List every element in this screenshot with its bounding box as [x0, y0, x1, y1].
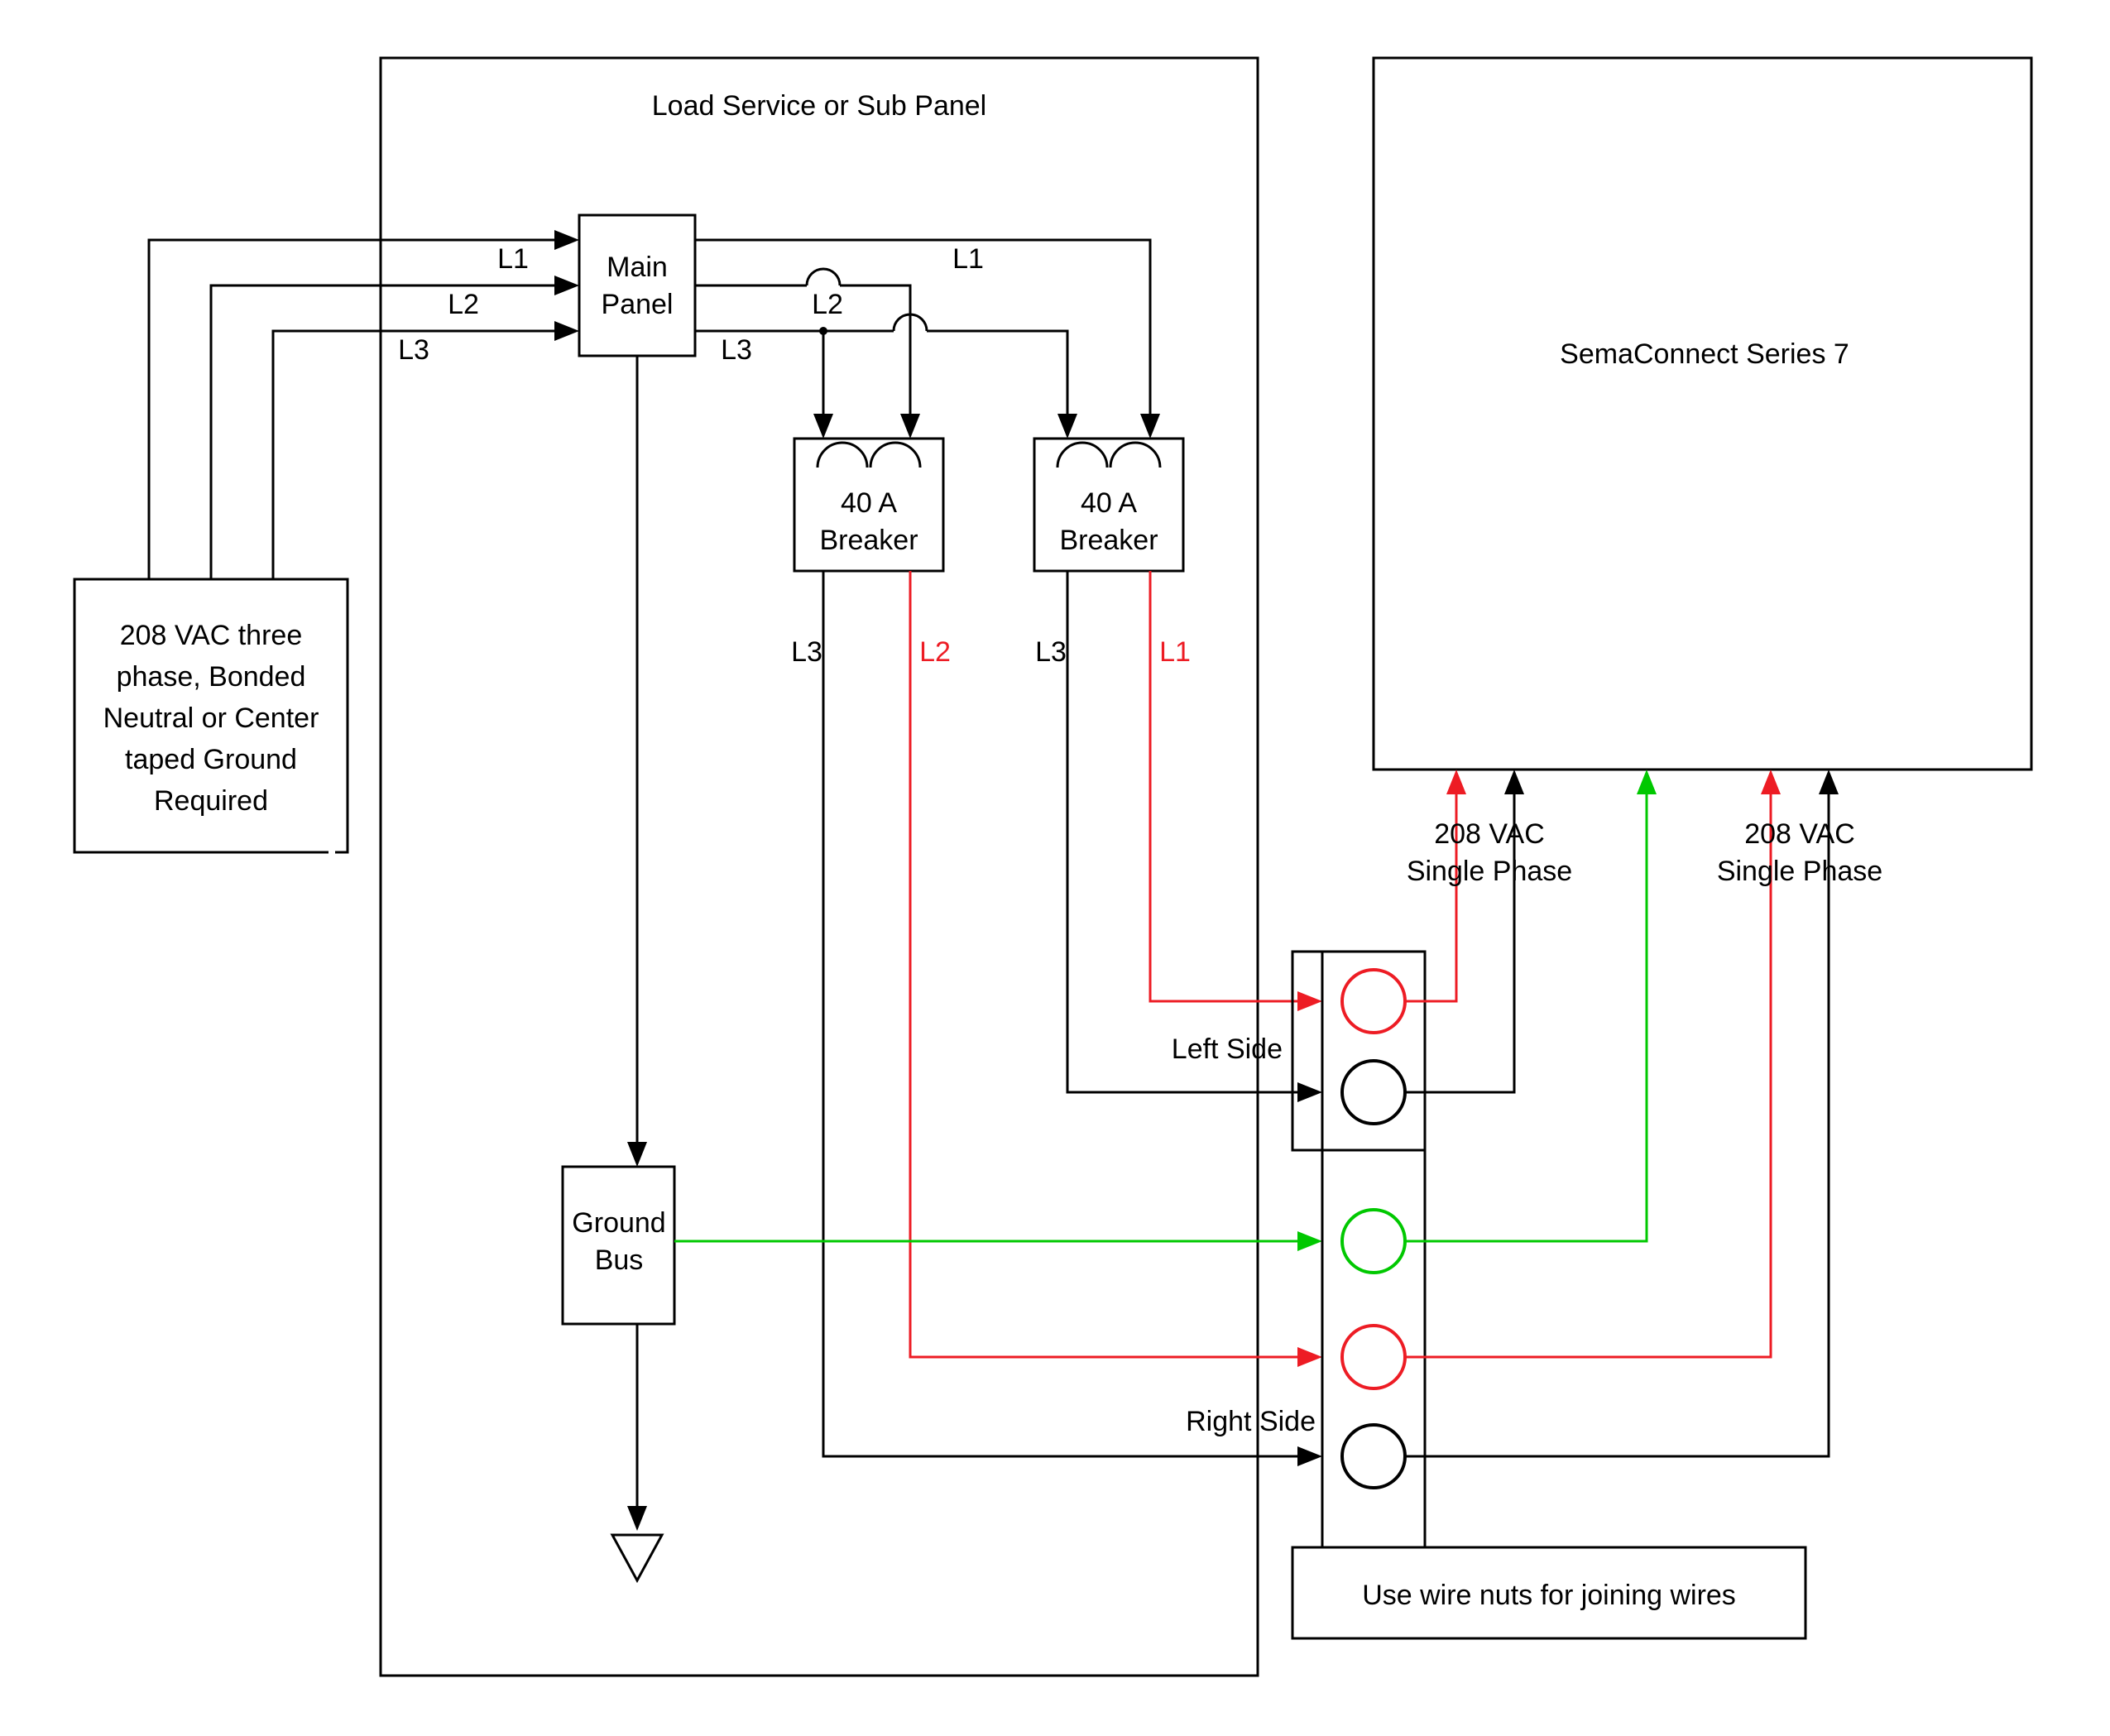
arrow-b1-l2 — [1297, 1347, 1322, 1367]
arrow-nut3-up — [1637, 770, 1657, 794]
arrow-panel-groundbus — [627, 1142, 647, 1167]
left-side-label: Left Side — [1172, 1033, 1283, 1065]
source-l4: taped Ground — [125, 744, 297, 775]
arrow-b1-l3 — [1297, 1446, 1322, 1466]
arrow-b2-l3 — [1297, 1082, 1322, 1102]
wirenut-5-black — [1342, 1425, 1405, 1488]
right-side-label: Right Side — [1186, 1406, 1316, 1437]
wire-l3-in — [273, 331, 563, 579]
semaconnect-box — [1374, 58, 2031, 770]
main-panel-label-1: Main — [607, 252, 668, 283]
source-l5: Required — [154, 785, 268, 817]
arrow-l3-in — [554, 321, 579, 341]
arrow-ground-green — [1297, 1231, 1322, 1251]
phase1-l2: Single Phase — [1407, 856, 1572, 887]
ground-symbol — [612, 1535, 662, 1580]
phase1-l1: 208 VAC — [1434, 818, 1545, 850]
label-l3-out: L3 — [721, 334, 752, 366]
breaker-2-amps: 40 A — [1081, 487, 1137, 519]
ground-bus-label-2: Bus — [595, 1244, 644, 1276]
phase2-l1: 208 VAC — [1744, 818, 1855, 850]
label-b2-l3: L3 — [1035, 636, 1067, 668]
terminal-strip — [1322, 952, 1425, 1547]
wirenut-4-red — [1342, 1326, 1405, 1388]
arrow-nut2-up — [1504, 770, 1524, 794]
label-b1-l3: L3 — [791, 636, 822, 668]
wiring-diagram: Load Service or Sub Panel SemaConnect Se… — [0, 0, 2110, 1736]
breaker-1-amps: 40 A — [841, 487, 897, 519]
arrow-b2-l1 — [1297, 991, 1322, 1011]
wire-b1-l3 — [823, 571, 1306, 1456]
source-l3: Neutral or Center — [103, 703, 319, 734]
wire-l3-branch-b — [927, 331, 1067, 422]
arrow-l3-b1 — [813, 414, 833, 439]
breaker-1-label: Breaker — [819, 525, 918, 556]
panel-title: Load Service or Sub Panel — [652, 90, 986, 122]
arrow-l3-b2 — [1057, 414, 1077, 439]
label-l1-out: L1 — [952, 243, 984, 275]
phase2-l2: Single Phase — [1717, 856, 1882, 887]
wire-l3-to-b1 — [695, 331, 823, 422]
wire-l2-in — [211, 285, 563, 579]
main-panel-label-2: Panel — [602, 289, 674, 320]
source-l2: phase, Bonded — [117, 661, 306, 693]
arrow-l2-b1 — [900, 414, 920, 439]
main-panel-box — [579, 215, 695, 356]
arrow-nut5-up — [1819, 770, 1839, 794]
label-l3-in: L3 — [398, 334, 429, 366]
wirenut-2-black — [1342, 1061, 1405, 1124]
breaker-2-label: Breaker — [1059, 525, 1158, 556]
arrow-groundbus-earth — [627, 1506, 647, 1531]
wire-nut3-up — [1405, 786, 1647, 1241]
ground-bus-label-1: Ground — [572, 1207, 665, 1239]
wire-l2-hop — [807, 269, 840, 285]
wire-l2b — [840, 285, 910, 422]
label-l2-in: L2 — [448, 289, 479, 320]
arrow-l1-b2 — [1140, 414, 1160, 439]
arrow-l2-in — [554, 276, 579, 295]
source-l1: 208 VAC three — [120, 620, 303, 651]
semaconnect-title: SemaConnect Series 7 — [1560, 338, 1849, 370]
arrow-nut1-up — [1446, 770, 1466, 794]
wirenut-1-red — [1342, 970, 1405, 1033]
label-b2-l1: L1 — [1159, 636, 1191, 668]
label-b1-l2: L2 — [919, 636, 951, 668]
wire-b1-l2 — [910, 571, 1306, 1357]
label-l1-in: L1 — [497, 243, 529, 275]
arrow-l1-in — [554, 230, 579, 250]
label-l2-out: L2 — [812, 289, 843, 320]
wirenuts-note: Use wire nuts for joining wires — [1362, 1580, 1736, 1611]
wirenut-3-green — [1342, 1210, 1405, 1273]
arrow-nut4-up — [1761, 770, 1781, 794]
